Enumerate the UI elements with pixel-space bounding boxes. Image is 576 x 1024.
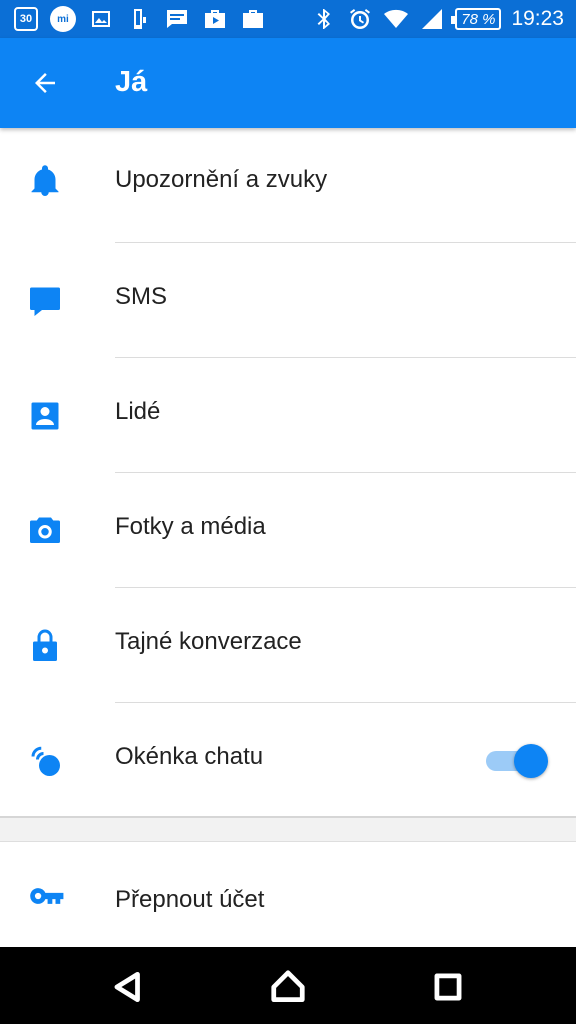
back-button[interactable] xyxy=(22,60,68,106)
settings-item-people[interactable]: Lidé xyxy=(0,358,576,473)
alarm-icon xyxy=(347,6,373,32)
briefcase-check-icon xyxy=(240,6,266,32)
settings-item-label: Okénka chatu xyxy=(115,743,264,770)
briefcase-play-icon xyxy=(202,6,228,32)
nav-back-button[interactable] xyxy=(106,965,150,1009)
settings-item-label: Tajné konverzace xyxy=(115,628,302,655)
settings-item-sms[interactable]: SMS xyxy=(0,243,576,358)
page-title: Já xyxy=(115,66,148,98)
nav-recents-button[interactable] xyxy=(426,965,470,1009)
navigation-bar xyxy=(0,947,576,1024)
settings-item-label: Upozornění a zvuky xyxy=(115,166,328,193)
chat-heads-icon xyxy=(26,742,64,780)
settings-item-switch-account[interactable]: Přepnout účet xyxy=(0,841,576,947)
bluetooth-icon xyxy=(311,6,337,32)
battery-icon: 78 % xyxy=(451,8,502,30)
nav-home-button[interactable] xyxy=(266,965,310,1009)
arrow-back-icon xyxy=(35,73,55,93)
settings-item-label: SMS xyxy=(115,283,168,310)
settings-item-notifications[interactable]: Upozornění a zvuky xyxy=(0,128,576,243)
message-icon xyxy=(164,6,190,32)
bell-icon xyxy=(26,162,64,200)
home-icon xyxy=(271,970,305,1003)
toggle-thumb xyxy=(514,744,548,778)
calendar-date: 30 xyxy=(19,13,33,25)
signal-icon xyxy=(419,6,445,32)
settings-list: Upozornění a zvuky SMS Lidé Fotky a médi… xyxy=(0,128,576,816)
settings-item-label: Lidé xyxy=(115,398,161,425)
camera-icon xyxy=(26,512,64,550)
settings-item-secret-conversations[interactable]: Tajné konverzace xyxy=(0,588,576,703)
phone-icon xyxy=(126,6,152,32)
calendar-icon: 30 xyxy=(14,7,38,31)
settings-item-photos[interactable]: Fotky a média xyxy=(0,473,576,588)
settings-item-label: Přepnout účet xyxy=(115,886,265,913)
chat-bubble-icon xyxy=(26,282,64,320)
wifi-icon xyxy=(383,6,409,32)
settings-item-chat-heads[interactable]: Okénka chatu xyxy=(0,703,576,818)
mi-icon: mi xyxy=(50,6,76,32)
back-triangle-icon xyxy=(114,971,140,1003)
key-icon xyxy=(26,878,66,914)
app-bar: Já xyxy=(0,38,576,128)
settings-item-label: Fotky a média xyxy=(115,513,266,540)
battery-percent: 78 % xyxy=(461,10,496,28)
chat-heads-toggle[interactable] xyxy=(486,743,550,779)
status-bar: 30 mi 78 % 19:23 xyxy=(0,0,576,38)
mi-label: mi xyxy=(57,13,69,25)
status-time: 19:23 xyxy=(511,7,564,30)
lock-icon xyxy=(26,627,64,665)
contact-icon xyxy=(26,397,64,435)
recents-icon xyxy=(434,973,462,1001)
section-separator xyxy=(0,816,576,818)
image-icon xyxy=(88,6,114,32)
